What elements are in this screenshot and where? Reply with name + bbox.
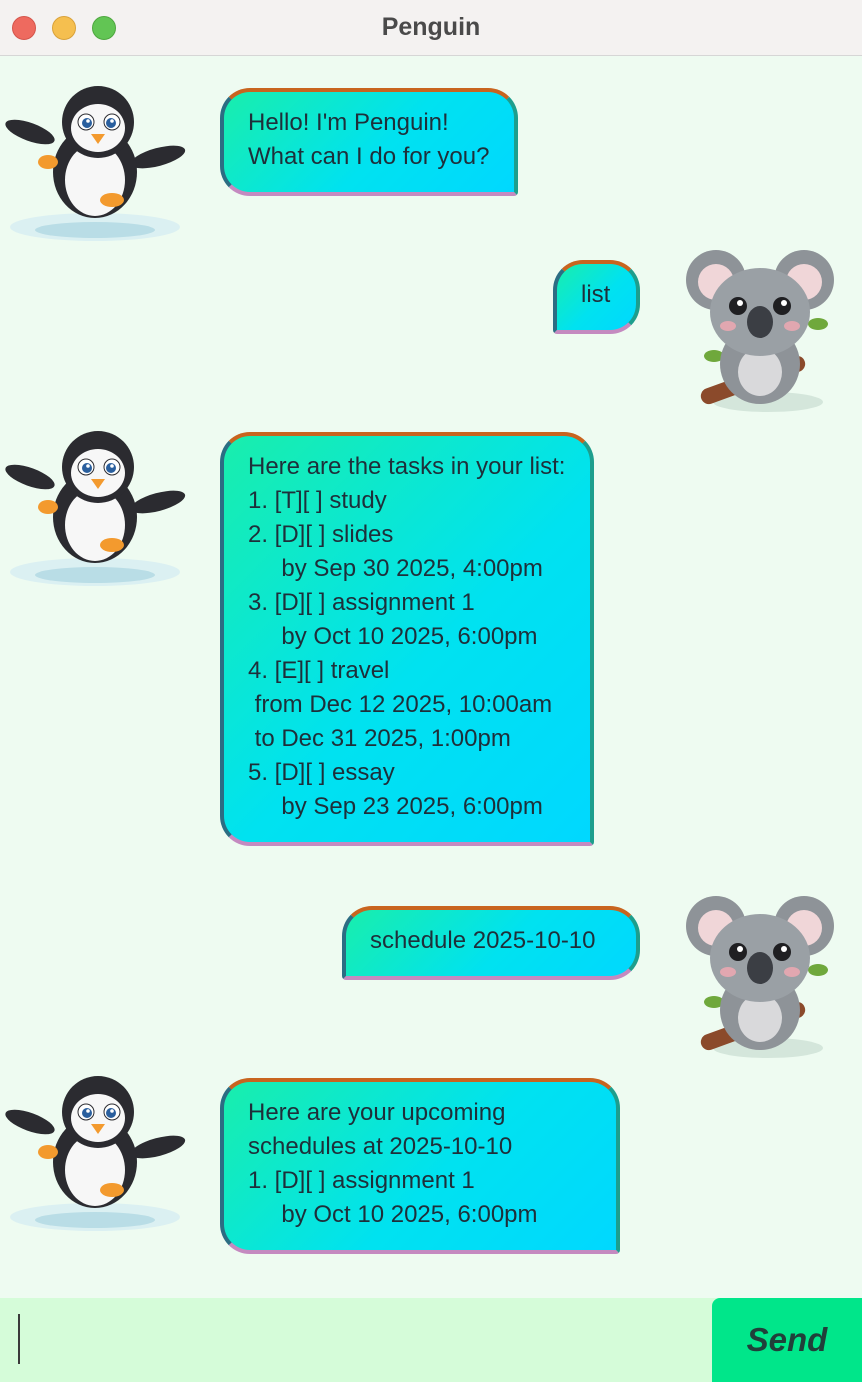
title-bar: Penguin: [0, 0, 862, 56]
bot-message-bubble: Here are the tasks in your list: 1. [T][…: [220, 432, 594, 846]
user-message-bubble: list: [553, 260, 640, 334]
window-title: Penguin: [381, 13, 481, 41]
text-caret: [18, 1314, 20, 1364]
send-button[interactable]: Send: [712, 1298, 862, 1382]
bot-message-bubble: Here are your upcoming schedules at 2025…: [220, 1078, 620, 1254]
input-bar: Send: [0, 1298, 862, 1382]
penguin-avatar: [0, 1052, 190, 1242]
chat-area[interactable]: Hello! I'm Penguin! What can I do for yo…: [0, 57, 862, 1297]
message-input[interactable]: [0, 1298, 710, 1382]
koala-avatar: [668, 878, 858, 1068]
user-message-bubble: schedule 2025-10-10: [342, 906, 640, 980]
koala-avatar: [668, 232, 858, 422]
penguin-avatar: [0, 407, 190, 597]
bot-message-bubble: Hello! I'm Penguin! What can I do for yo…: [220, 88, 518, 196]
penguin-avatar: [0, 62, 190, 252]
